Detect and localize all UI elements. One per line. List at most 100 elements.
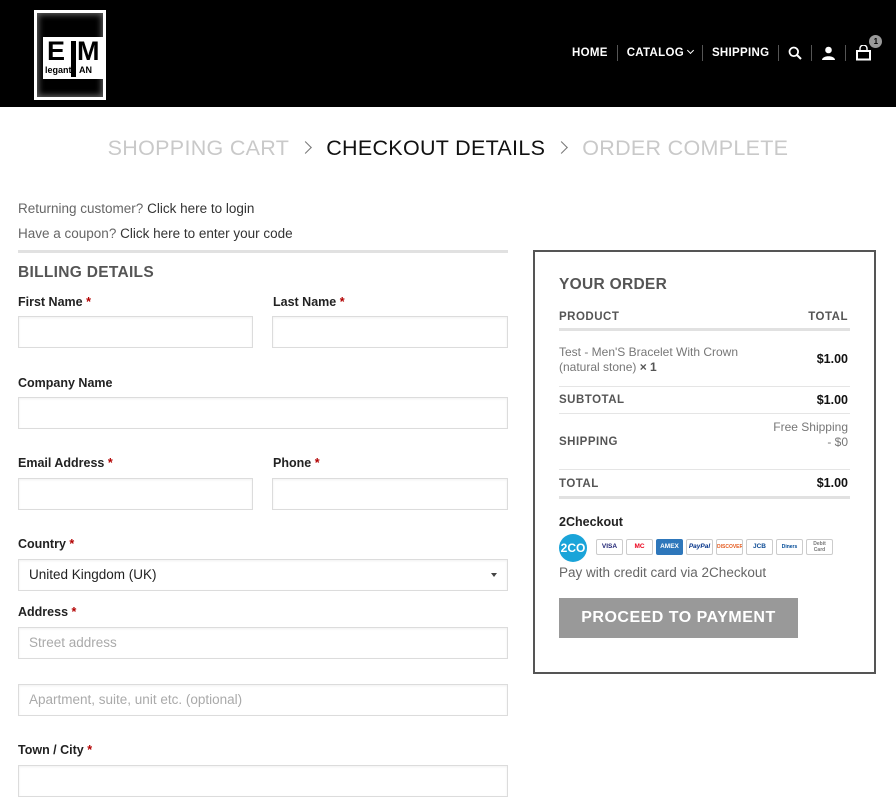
email-label: Email Address * <box>18 456 113 470</box>
phone-label-text: Phone <box>273 456 312 470</box>
nav-divider <box>778 45 780 61</box>
first-name-label-text: First Name <box>18 295 83 309</box>
email-field[interactable] <box>18 478 253 510</box>
jcb-icon: JCB <box>746 539 773 555</box>
chevron-down-icon <box>686 46 694 55</box>
required-mark: * <box>314 456 320 470</box>
your-order-heading: YOUR ORDER <box>559 276 668 293</box>
shipping-label: SHIPPING <box>559 436 618 448</box>
divider <box>18 250 508 253</box>
amex-icon: AMEX <box>656 539 683 555</box>
checkout-steps: SHOPPING CART CHECKOUT DETAILS ORDER COM… <box>0 136 896 161</box>
col-total-header: TOTAL <box>808 311 848 323</box>
logo-domain: .com <box>83 58 103 68</box>
city-label: Town / City * <box>18 743 92 757</box>
divider <box>559 496 850 499</box>
shipping-value: Free Shipping - $0 <box>773 420 848 449</box>
divider <box>559 413 850 414</box>
cart-button[interactable]: 1 <box>855 35 883 61</box>
country-select[interactable]: United Kingdom (UK) <box>18 559 508 591</box>
login-link[interactable]: Click here to login <box>147 201 254 216</box>
cart-icon <box>856 45 872 61</box>
paypal-icon: PayPal <box>686 539 713 555</box>
divider <box>559 386 850 387</box>
logo-sub-left: legant <box>45 65 72 75</box>
accepted-cards: VISA MC AMEX PayPal DISCOVER JCB Diners … <box>596 539 836 555</box>
address-label-text: Address <box>18 605 69 619</box>
total-value: $1.00 <box>816 476 848 490</box>
required-mark: * <box>69 537 75 551</box>
payment-method-name[interactable]: 2Checkout <box>559 515 623 529</box>
order-item-qty: × 1 <box>639 360 657 374</box>
nav-divider <box>701 45 703 61</box>
subtotal-value: $1.00 <box>816 393 848 407</box>
email-label-text: Email Address <box>18 456 105 470</box>
order-item: Test - Men'S Bracelet With Crown (natura… <box>559 345 779 375</box>
subtotal-label: SUBTOTAL <box>559 394 625 406</box>
required-mark: * <box>71 605 77 619</box>
coupon-text: Have a coupon? <box>18 226 117 241</box>
nav-catalog[interactable]: CATALOG <box>626 46 694 59</box>
billing-details-heading: BILLING DETAILS <box>18 264 154 281</box>
nav-shipping[interactable]: SHIPPING <box>712 47 769 59</box>
site-logo[interactable]: E M legant AN .com <box>34 10 106 100</box>
phone-field[interactable] <box>272 478 508 510</box>
main-nav: HOME CATALOG SHIPPING 1 <box>572 35 883 62</box>
diners-club-icon: Diners <box>776 539 803 555</box>
required-mark: * <box>339 295 345 309</box>
mastercard-icon: MC <box>626 539 653 555</box>
first-name-field[interactable] <box>18 316 253 348</box>
payment-description: Pay with credit card via 2Checkout <box>559 565 767 580</box>
chevron-right-icon <box>299 141 313 154</box>
city-label-text: Town / City <box>18 743 84 757</box>
city-field[interactable] <box>18 765 508 797</box>
divider <box>559 469 850 470</box>
visa-icon: VISA <box>596 539 623 555</box>
col-product-header: PRODUCT <box>559 311 620 323</box>
required-mark: * <box>107 456 113 470</box>
last-name-label: Last Name * <box>273 295 345 309</box>
street-address-field[interactable]: Street address <box>18 627 508 659</box>
logo-divider <box>71 41 76 77</box>
divider <box>559 328 850 331</box>
nav-divider <box>811 45 813 61</box>
returning-customer-text: Returning customer? <box>18 201 144 216</box>
search-icon[interactable] <box>788 46 803 60</box>
required-mark: * <box>87 743 93 757</box>
country-selected-value: United Kingdom (UK) <box>29 567 157 582</box>
coupon-notice: Have a coupon? Click here to enter your … <box>18 226 293 241</box>
debit-card-icon: Debit Card <box>806 539 833 555</box>
step-shopping-cart[interactable]: SHOPPING CART <box>108 136 290 161</box>
caret-down-icon <box>491 573 497 577</box>
address-line-2-field[interactable]: Apartment, suite, unit etc. (optional) <box>18 684 508 716</box>
company-name-label: Company Name <box>18 376 113 390</box>
address-label: Address * <box>18 605 76 619</box>
logo-letter-e: E <box>47 36 66 66</box>
last-name-label-text: Last Name <box>273 295 337 309</box>
nav-divider <box>616 45 618 61</box>
phone-label: Phone * <box>273 456 320 470</box>
total-label: TOTAL <box>559 478 599 490</box>
first-name-label: First Name * <box>18 295 91 309</box>
site-header: E M legant AN .com HOME CATALOG SHIPPING… <box>0 0 896 107</box>
step-checkout-details[interactable]: CHECKOUT DETAILS <box>326 136 545 161</box>
coupon-link[interactable]: Click here to enter your code <box>120 226 293 241</box>
nav-divider <box>845 45 847 61</box>
returning-customer-notice: Returning customer? Click here to login <box>18 201 254 216</box>
twocheckout-logo: 2CO <box>559 534 587 562</box>
discover-icon: DISCOVER <box>716 539 743 555</box>
user-icon[interactable] <box>821 46 836 60</box>
chevron-right-icon <box>555 141 569 154</box>
nav-home[interactable]: HOME <box>572 47 608 59</box>
order-item-total: $1.00 <box>816 352 848 366</box>
proceed-to-payment-button[interactable]: PROCEED TO PAYMENT <box>559 598 798 638</box>
step-order-complete: ORDER COMPLETE <box>582 136 789 160</box>
country-label: Country * <box>18 537 74 551</box>
company-name-field[interactable] <box>18 397 508 429</box>
order-review-box: YOUR ORDER PRODUCT TOTAL Test - Men'S Br… <box>533 250 876 674</box>
required-mark: * <box>86 295 91 309</box>
cart-count-badge: 1 <box>869 35 883 48</box>
nav-catalog-label: CATALOG <box>626 47 684 59</box>
country-label-text: Country <box>18 537 66 551</box>
last-name-field[interactable] <box>272 316 508 348</box>
